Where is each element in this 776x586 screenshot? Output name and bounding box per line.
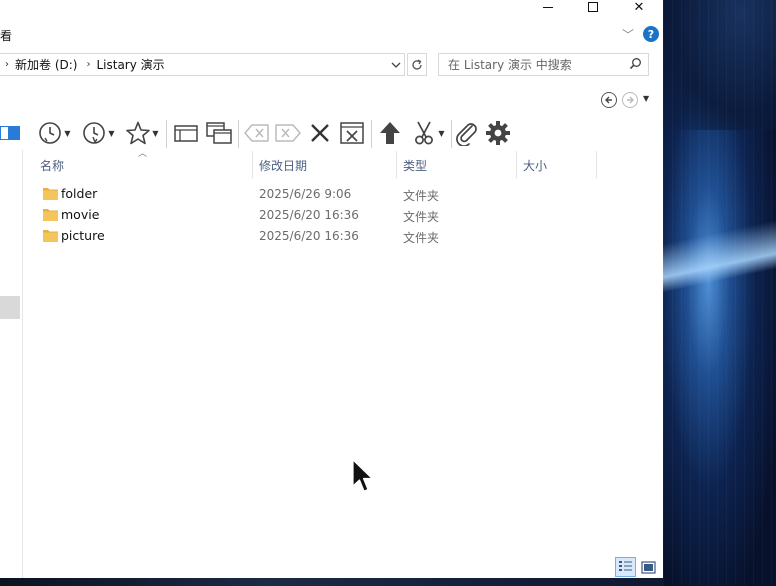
file-modified: 2025/6/20 16:36: [259, 208, 359, 222]
folder-icon: [43, 188, 58, 200]
new-window-button[interactable]: [172, 118, 200, 148]
recent-clock-icon: [39, 122, 62, 144]
column-header-name[interactable]: 名称: [40, 157, 64, 174]
sort-ascending-icon: ︿: [138, 149, 148, 159]
backspace-icon: [244, 124, 269, 142]
breadcrumb-drive[interactable]: 新加卷 (D:): [15, 56, 77, 73]
favorites-button[interactable]: ▼: [122, 118, 162, 148]
nav-history-dropdown-icon[interactable]: ▼: [643, 94, 649, 103]
backspace-button[interactable]: [242, 118, 272, 148]
nav-pane-selected-item[interactable]: [0, 296, 20, 319]
search-icon[interactable]: [629, 57, 642, 74]
cut-button[interactable]: ▼: [408, 118, 448, 148]
address-dropdown-icon[interactable]: [388, 54, 404, 75]
delete-button[interactable]: [273, 118, 303, 148]
favorites-star-icon: [126, 121, 151, 145]
paperclip-icon: [456, 123, 477, 146]
delete-x-icon: [275, 124, 301, 142]
recent-clock-button[interactable]: ▼: [34, 118, 74, 148]
toolbar-divider: [451, 120, 452, 148]
folder-icon: [43, 209, 58, 221]
pane-toggle-icon[interactable]: [0, 126, 20, 140]
ribbon-tab-view[interactable]: 看: [0, 27, 12, 44]
column-header-size[interactable]: 大小: [523, 157, 547, 174]
details-view-icon: [619, 561, 632, 571]
desktop-wallpaper: [663, 0, 776, 586]
toolbar-divider: [166, 120, 167, 148]
column-divider[interactable]: [252, 151, 253, 178]
maximize-icon: [588, 2, 598, 12]
toolbar-divider: [238, 120, 239, 148]
nav-pane-border: [22, 150, 23, 578]
new-window-icon: [174, 125, 198, 142]
duplicate-window-icon: [206, 122, 232, 144]
column-header-modified[interactable]: 修改日期: [259, 157, 307, 174]
file-name: movie: [61, 207, 100, 222]
up-folder-button[interactable]: [376, 118, 404, 148]
close-tab-button[interactable]: [306, 118, 334, 148]
column-divider[interactable]: [596, 151, 597, 178]
large-icons-view-icon: [640, 560, 656, 574]
column-divider[interactable]: [396, 151, 397, 178]
file-modified: 2025/6/26 9:06: [259, 187, 352, 201]
up-arrow-icon: [380, 122, 400, 144]
ribbon-collapse-chevron-icon[interactable]: ﹀: [622, 26, 634, 43]
back-arrow-icon[interactable]: [601, 92, 617, 108]
breadcrumb-separator: ›: [5, 59, 9, 70]
minimize-icon: [543, 6, 553, 8]
mouse-cursor-icon: [352, 459, 373, 492]
column-divider[interactable]: [516, 151, 517, 178]
toolbar-divider: [371, 120, 372, 148]
search-placeholder: 在 Listary 演示 中搜索: [448, 58, 572, 72]
breadcrumb-folder[interactable]: Listary 演示: [96, 56, 164, 73]
minimize-button[interactable]: [525, 0, 571, 14]
close-button[interactable]: ✕: [616, 0, 662, 15]
file-row[interactable]: movie 2025/6/20 16:36 文件夹: [36, 205, 596, 225]
file-row[interactable]: folder 2025/6/26 9:06 文件夹: [36, 184, 596, 204]
duplicate-window-button[interactable]: [204, 118, 234, 148]
taskbar-strip: [0, 578, 663, 586]
close-window-icon: [340, 122, 364, 144]
settings-button[interactable]: [484, 118, 512, 148]
file-row[interactable]: picture 2025/6/20 16:36 文件夹: [36, 226, 596, 246]
file-name: picture: [61, 228, 105, 243]
file-type: 文件夹: [403, 210, 440, 224]
close-icon: [311, 124, 329, 142]
file-name: folder: [61, 186, 98, 201]
forward-arrow-icon[interactable]: [622, 92, 638, 108]
details-view-button[interactable]: [615, 557, 636, 577]
file-type: 文件夹: [403, 189, 440, 203]
close-window-button[interactable]: [338, 118, 366, 148]
folder-icon: [43, 230, 58, 242]
refresh-icon: [412, 58, 422, 70]
close-icon: ✕: [633, 0, 645, 15]
large-icons-view-button[interactable]: [639, 558, 657, 576]
breadcrumb-separator[interactable]: ›: [86, 59, 90, 70]
column-header-type[interactable]: 类型: [403, 157, 427, 174]
history-clock-icon: [83, 122, 106, 144]
refresh-button[interactable]: [407, 53, 427, 76]
search-box[interactable]: 在 Listary 演示 中搜索: [438, 53, 649, 76]
scissors-icon: [415, 121, 434, 145]
maximize-button[interactable]: [570, 0, 616, 14]
file-type: 文件夹: [403, 231, 440, 245]
file-modified: 2025/6/20 16:36: [259, 229, 359, 243]
address-bar[interactable]: › 新加卷 (D:) › Listary 演示: [0, 53, 405, 76]
gear-icon: [486, 121, 510, 145]
help-icon[interactable]: ?: [643, 26, 659, 42]
history-clock-button[interactable]: ▼: [78, 118, 118, 148]
file-explorer-window: ✕ 看 ﹀ ? › 新加卷 (D:) › Listary 演示 在 Listar…: [0, 0, 663, 578]
attach-button[interactable]: [453, 118, 481, 148]
